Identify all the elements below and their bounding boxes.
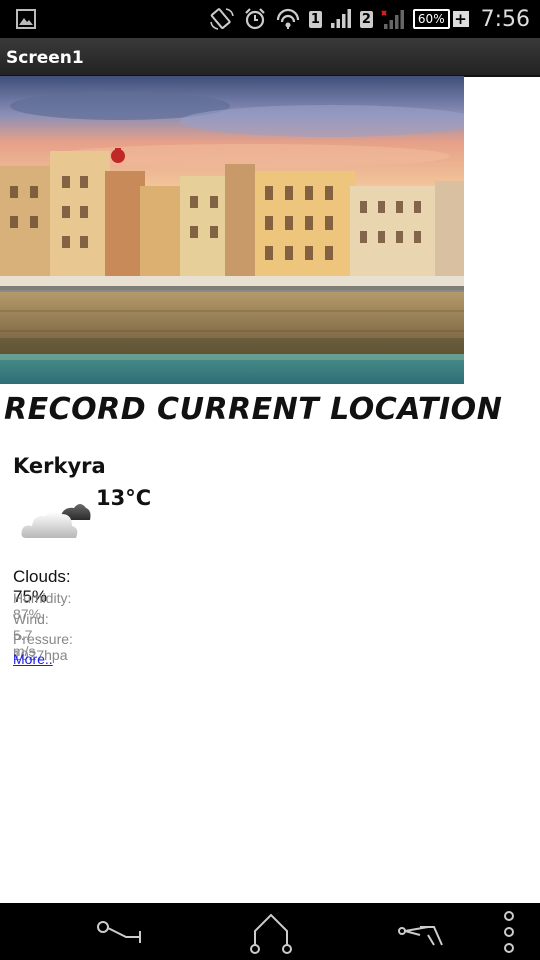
alarm-icon xyxy=(243,7,267,31)
battery-icon: 60% + xyxy=(412,9,469,29)
hotspot-icon xyxy=(275,8,301,30)
status-bar: 1 2 60% + 7:56 xyxy=(0,0,540,38)
more-link[interactable]: More.. xyxy=(13,651,53,667)
navigation-bar xyxy=(0,903,540,960)
cloudy-icon xyxy=(20,498,92,544)
app-title-bar: Screen1 xyxy=(0,38,540,77)
header-photo xyxy=(0,76,464,384)
charging-indicator: + xyxy=(452,10,469,28)
record-location-heading: RECORD CURRENT LOCATION xyxy=(4,392,503,427)
temperature: 13°C xyxy=(96,486,152,510)
image-notification-icon xyxy=(16,9,36,34)
signal-no-data-icon xyxy=(381,8,405,30)
sim1-badge: 1 xyxy=(308,10,322,28)
back-icon[interactable] xyxy=(96,919,142,948)
sim2-badge: 2 xyxy=(359,10,373,28)
signal-icon xyxy=(330,9,352,29)
status-icons: 1 2 60% + 7:56 xyxy=(209,0,540,38)
overflow-menu-icon[interactable] xyxy=(502,909,516,960)
screen-title: Screen1 xyxy=(6,48,84,68)
rotation-icon xyxy=(209,8,235,30)
status-clock: 7:56 xyxy=(480,6,530,32)
town-waterfront-photo xyxy=(0,76,464,384)
city-name: Kerkyra xyxy=(13,454,106,478)
recent-apps-icon[interactable] xyxy=(398,919,444,952)
battery-level: 60% xyxy=(412,9,450,29)
home-icon[interactable] xyxy=(250,911,292,960)
